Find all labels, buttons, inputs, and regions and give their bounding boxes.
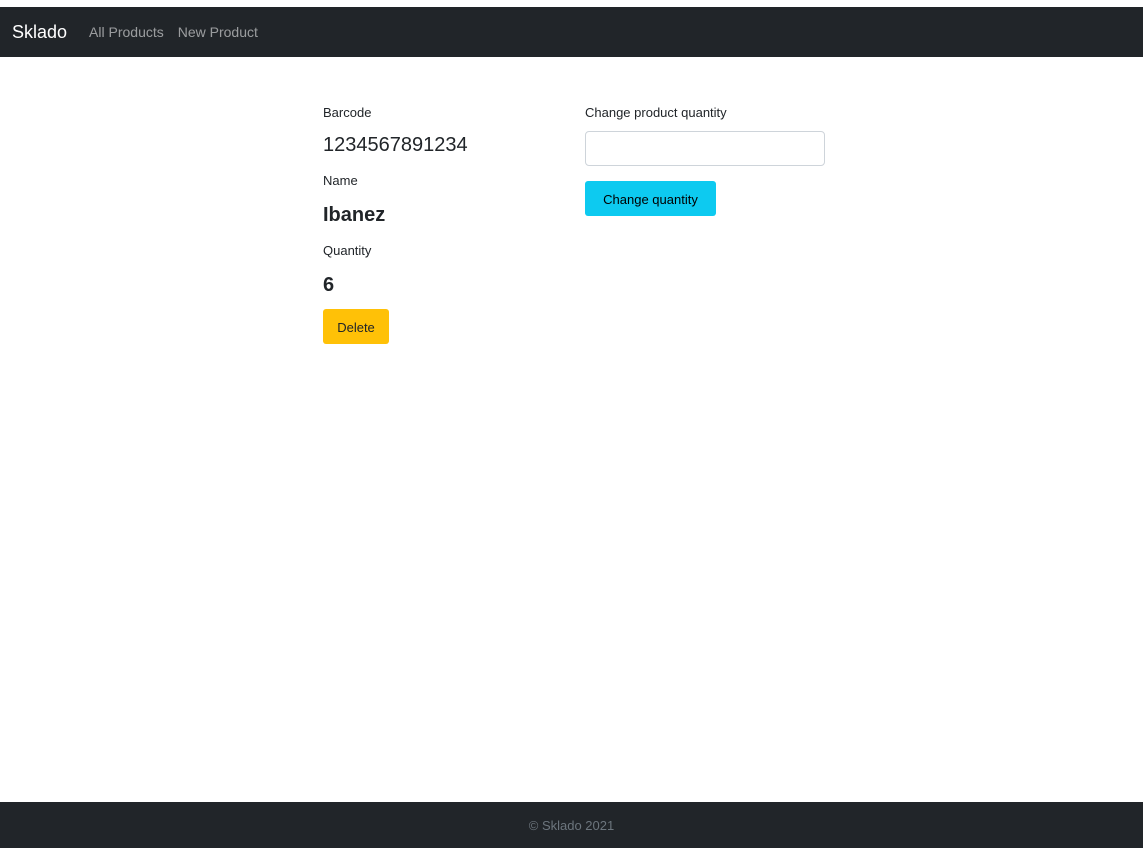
- brand-link[interactable]: Sklado: [12, 22, 67, 43]
- change-quantity-label: Change product quantity: [585, 105, 727, 120]
- quantity-label: Quantity: [323, 243, 372, 258]
- change-quantity-button[interactable]: Change quantity: [585, 181, 716, 216]
- barcode-label: Barcode: [323, 105, 372, 120]
- delete-button[interactable]: Delete: [323, 309, 389, 344]
- product-details: Barcode 1234567891234 Name Ibanez Quanti…: [323, 103, 553, 344]
- barcode-value: 1234567891234: [323, 134, 468, 156]
- navbar: Sklado All Products New Product: [0, 7, 1143, 57]
- name-label: Name: [323, 173, 358, 188]
- top-strip: [0, 0, 1143, 7]
- footer: © Sklado 2021: [0, 802, 1143, 848]
- page: Sklado All Products New Product Barcode …: [0, 0, 1143, 848]
- quantity-value: 6: [323, 274, 335, 296]
- name-value: Ibanez: [323, 204, 386, 226]
- footer-copyright: © Sklado 2021: [528, 817, 615, 833]
- nav-link-all-products[interactable]: All Products: [89, 24, 164, 40]
- quantity-input[interactable]: [585, 131, 825, 166]
- nav-link-new-product[interactable]: New Product: [178, 24, 258, 40]
- change-quantity-form: Change product quantity Change quantity: [585, 103, 845, 216]
